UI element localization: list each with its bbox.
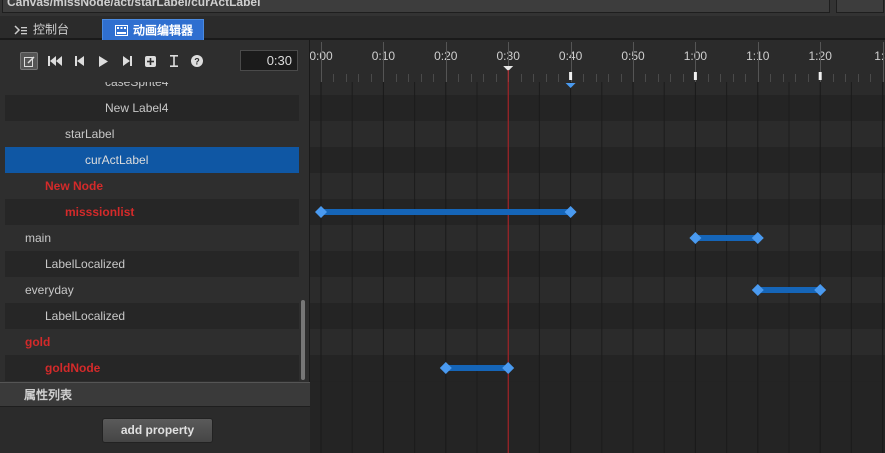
track-row [310, 329, 885, 355]
track-row [310, 225, 885, 251]
timeline-panel[interactable]: 0:000:100:200:300:400:501:001:101:201:3 [310, 40, 885, 453]
edit-mode-button[interactable] [20, 52, 38, 70]
tree-node-main[interactable]: main [5, 225, 299, 251]
track-row [310, 303, 885, 329]
console-icon [14, 25, 27, 35]
current-time-field[interactable]: 0:30 [240, 50, 298, 71]
animation-toolbar: ? 0:30 [0, 40, 310, 82]
add-frame-button[interactable] [141, 52, 159, 70]
tree-node-everyday[interactable]: everyday [5, 277, 299, 303]
tree-node-goldnode[interactable]: goldNode [5, 355, 299, 381]
property-list: add property [0, 407, 310, 453]
prev-frame-icon [74, 56, 84, 66]
panel-tab-bar: 控制台 动画编辑器 [0, 16, 885, 40]
help-button[interactable]: ? [188, 52, 206, 70]
insert-event-icon [170, 55, 178, 67]
track-row [310, 251, 885, 277]
track-row [310, 173, 885, 199]
svg-text:?: ? [194, 56, 200, 66]
track-row [310, 355, 885, 381]
path-bar: Canvas/missNode/act/starLabel/curActLabe… [0, 0, 885, 16]
tree-node-gold[interactable]: gold [5, 329, 299, 355]
tab-animation-editor-label: 动画编辑器 [133, 23, 194, 38]
track-row [310, 95, 885, 121]
prev-frame-button[interactable] [70, 52, 88, 70]
timeline-tracks[interactable] [310, 40, 885, 453]
tree-node-labellocalized[interactable]: LabelLocalized [5, 251, 299, 277]
tree-node-curactlabel[interactable]: curActLabel [5, 147, 299, 173]
node-path-field[interactable]: Canvas/missNode/act/starLabel/curActLabe… [2, 0, 830, 13]
keyframe-span [695, 235, 758, 241]
node-tree: caseSprite4 New Label4 starLabel curActLabe… [0, 82, 310, 382]
path-action-button[interactable] [836, 0, 884, 13]
track-row [310, 121, 885, 147]
keyframe-span [321, 209, 571, 215]
film-icon [115, 25, 128, 37]
insert-event-button[interactable] [165, 52, 183, 70]
property-list-header: 属性列表 [0, 382, 310, 407]
ruler-keyframe-marker [693, 72, 697, 80]
add-property-button[interactable]: add property [102, 418, 213, 443]
ruler-keyframe-marker [569, 72, 573, 80]
help-icon: ? [191, 55, 203, 67]
tree-node-casesprite4[interactable]: caseSprite4 [5, 82, 299, 95]
track-row [310, 147, 885, 173]
tab-animation-editor[interactable]: 动画编辑器 [102, 19, 204, 40]
keyframe-span [757, 287, 821, 293]
track-row [310, 82, 885, 95]
add-frame-icon [144, 55, 156, 67]
tree-node-new-label4[interactable]: New Label4 [5, 95, 299, 121]
track-area-empty [310, 382, 885, 453]
keyframe-span [445, 365, 509, 371]
tree-node-starlabel[interactable]: starLabel [5, 121, 299, 147]
tab-console-label: 控制台 [33, 22, 70, 37]
jump-to-start-icon [48, 56, 62, 66]
tab-console[interactable]: 控制台 [2, 19, 98, 40]
tree-scrollbar[interactable] [301, 300, 305, 380]
tree-node-labellocalized[interactable]: LabelLocalized [5, 303, 299, 329]
play-icon [98, 55, 108, 67]
tree-node-misssionlist[interactable]: misssionlist [5, 199, 299, 225]
next-frame-button[interactable] [118, 52, 136, 70]
tree-node-new-node[interactable]: New Node [5, 173, 299, 199]
edit-mode-icon [23, 55, 35, 67]
ruler-keyframe-marker [818, 72, 822, 80]
jump-to-start-button[interactable] [46, 52, 64, 70]
next-frame-icon [122, 56, 132, 66]
play-button[interactable] [94, 52, 112, 70]
